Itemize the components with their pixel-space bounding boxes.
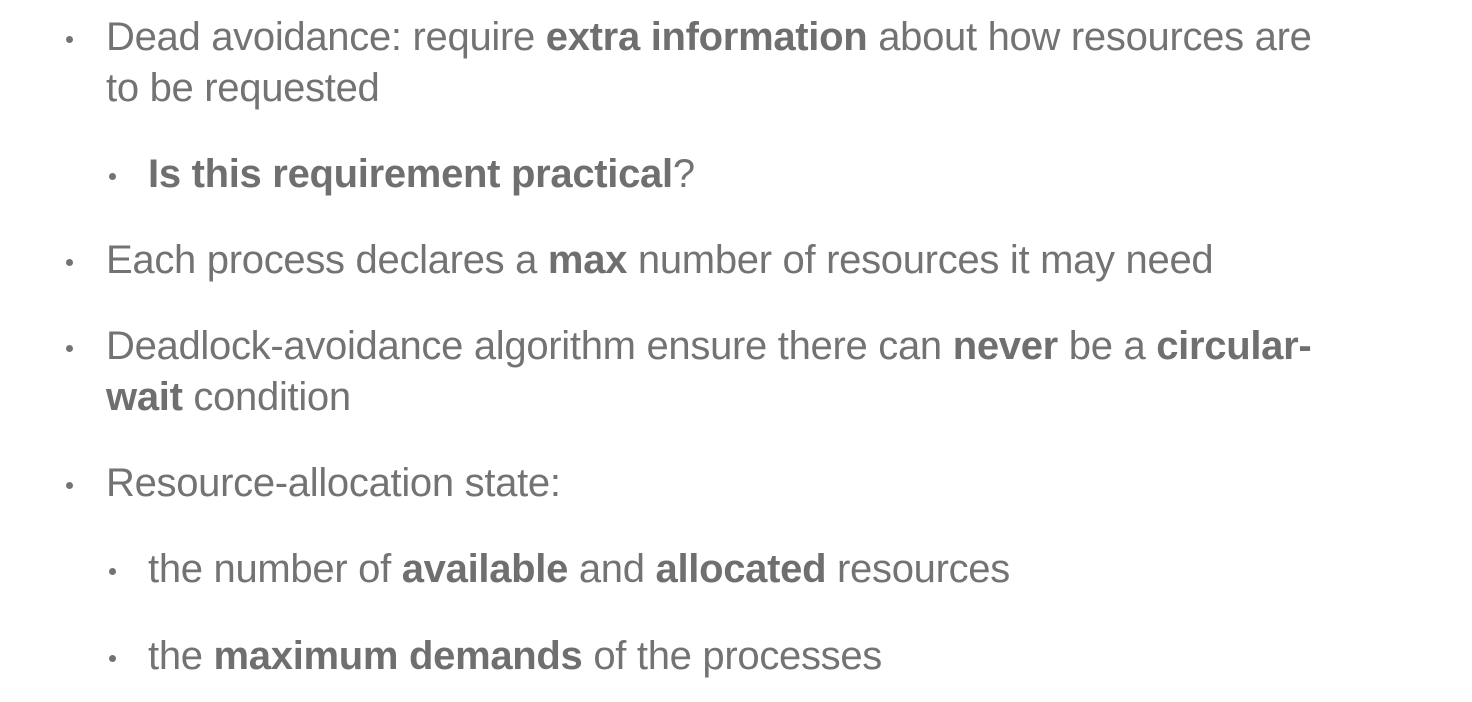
text-run: the <box>148 634 214 678</box>
text-line: wait condition <box>106 372 1311 423</box>
text-line: the maximum demands of the processes <box>148 631 882 682</box>
bullet-text: Deadlock-avoidance algorithm ensure ther… <box>106 321 1312 423</box>
text-line: Is this requirement practical? <box>148 149 695 200</box>
text-line: to be requested <box>106 63 1312 114</box>
text-run: and <box>568 547 656 591</box>
text-line: Resource-allocation state: <box>106 458 561 509</box>
text-run-bold: Is this requirement practical <box>148 152 673 196</box>
text-line: Deadlock-avoidance algorithm ensure ther… <box>106 321 1312 372</box>
bullet-text: Resource-allocation state: <box>106 458 561 509</box>
text-line: the number of available and allocated re… <box>148 544 1010 595</box>
text-run: Deadlock-avoidance algorithm ensure ther… <box>106 324 953 368</box>
text-run: Each process declares a <box>106 238 548 282</box>
bullet-text: the number of available and allocated re… <box>148 544 1010 595</box>
text-line: Each process declares a max number of re… <box>106 235 1214 286</box>
text-run-bold: max <box>547 238 628 282</box>
text-run: number of resources it may need <box>627 238 1214 282</box>
text-run: the number of <box>148 547 402 591</box>
text-run: to be requested <box>106 66 380 110</box>
text-line: Dead avoidance: require extra informatio… <box>106 12 1312 63</box>
bullet-dot-icon <box>109 173 116 180</box>
text-run-bold: wait <box>106 375 183 419</box>
bullet-dot-icon <box>66 482 73 489</box>
text-run-bold: circular- <box>1156 324 1312 368</box>
text-run-bold: available <box>401 547 569 591</box>
text-run: Resource-allocation state: <box>106 461 561 505</box>
bullet-dot-icon <box>66 345 73 352</box>
bullet-text: Is this requirement practical? <box>148 149 695 200</box>
text-run: about how resources are <box>867 15 1312 59</box>
bullet-text: Each process declares a max number of re… <box>106 235 1214 286</box>
text-run-bold: never <box>952 324 1059 368</box>
text-run-bold: extra information <box>545 15 868 59</box>
bullet-dot-icon <box>109 568 116 575</box>
text-run: of the processes <box>582 634 883 678</box>
text-run: condition <box>182 375 351 419</box>
bullet-dot-icon <box>66 259 73 266</box>
text-run-bold: allocated <box>655 547 827 591</box>
bullet-dot-icon <box>66 36 73 43</box>
bullet-text: Dead avoidance: require extra informatio… <box>106 12 1312 114</box>
text-run-bold: maximum demands <box>213 634 583 678</box>
text-run: be a <box>1057 324 1157 368</box>
text-run: ? <box>672 152 695 196</box>
bullet-text: the maximum demands of the processes <box>148 631 882 682</box>
text-run: Dead avoidance: require <box>106 15 546 59</box>
slide: Dead avoidance: require extra informatio… <box>0 0 1472 702</box>
bullet-dot-icon <box>109 655 116 662</box>
text-run: resources <box>826 547 1010 591</box>
